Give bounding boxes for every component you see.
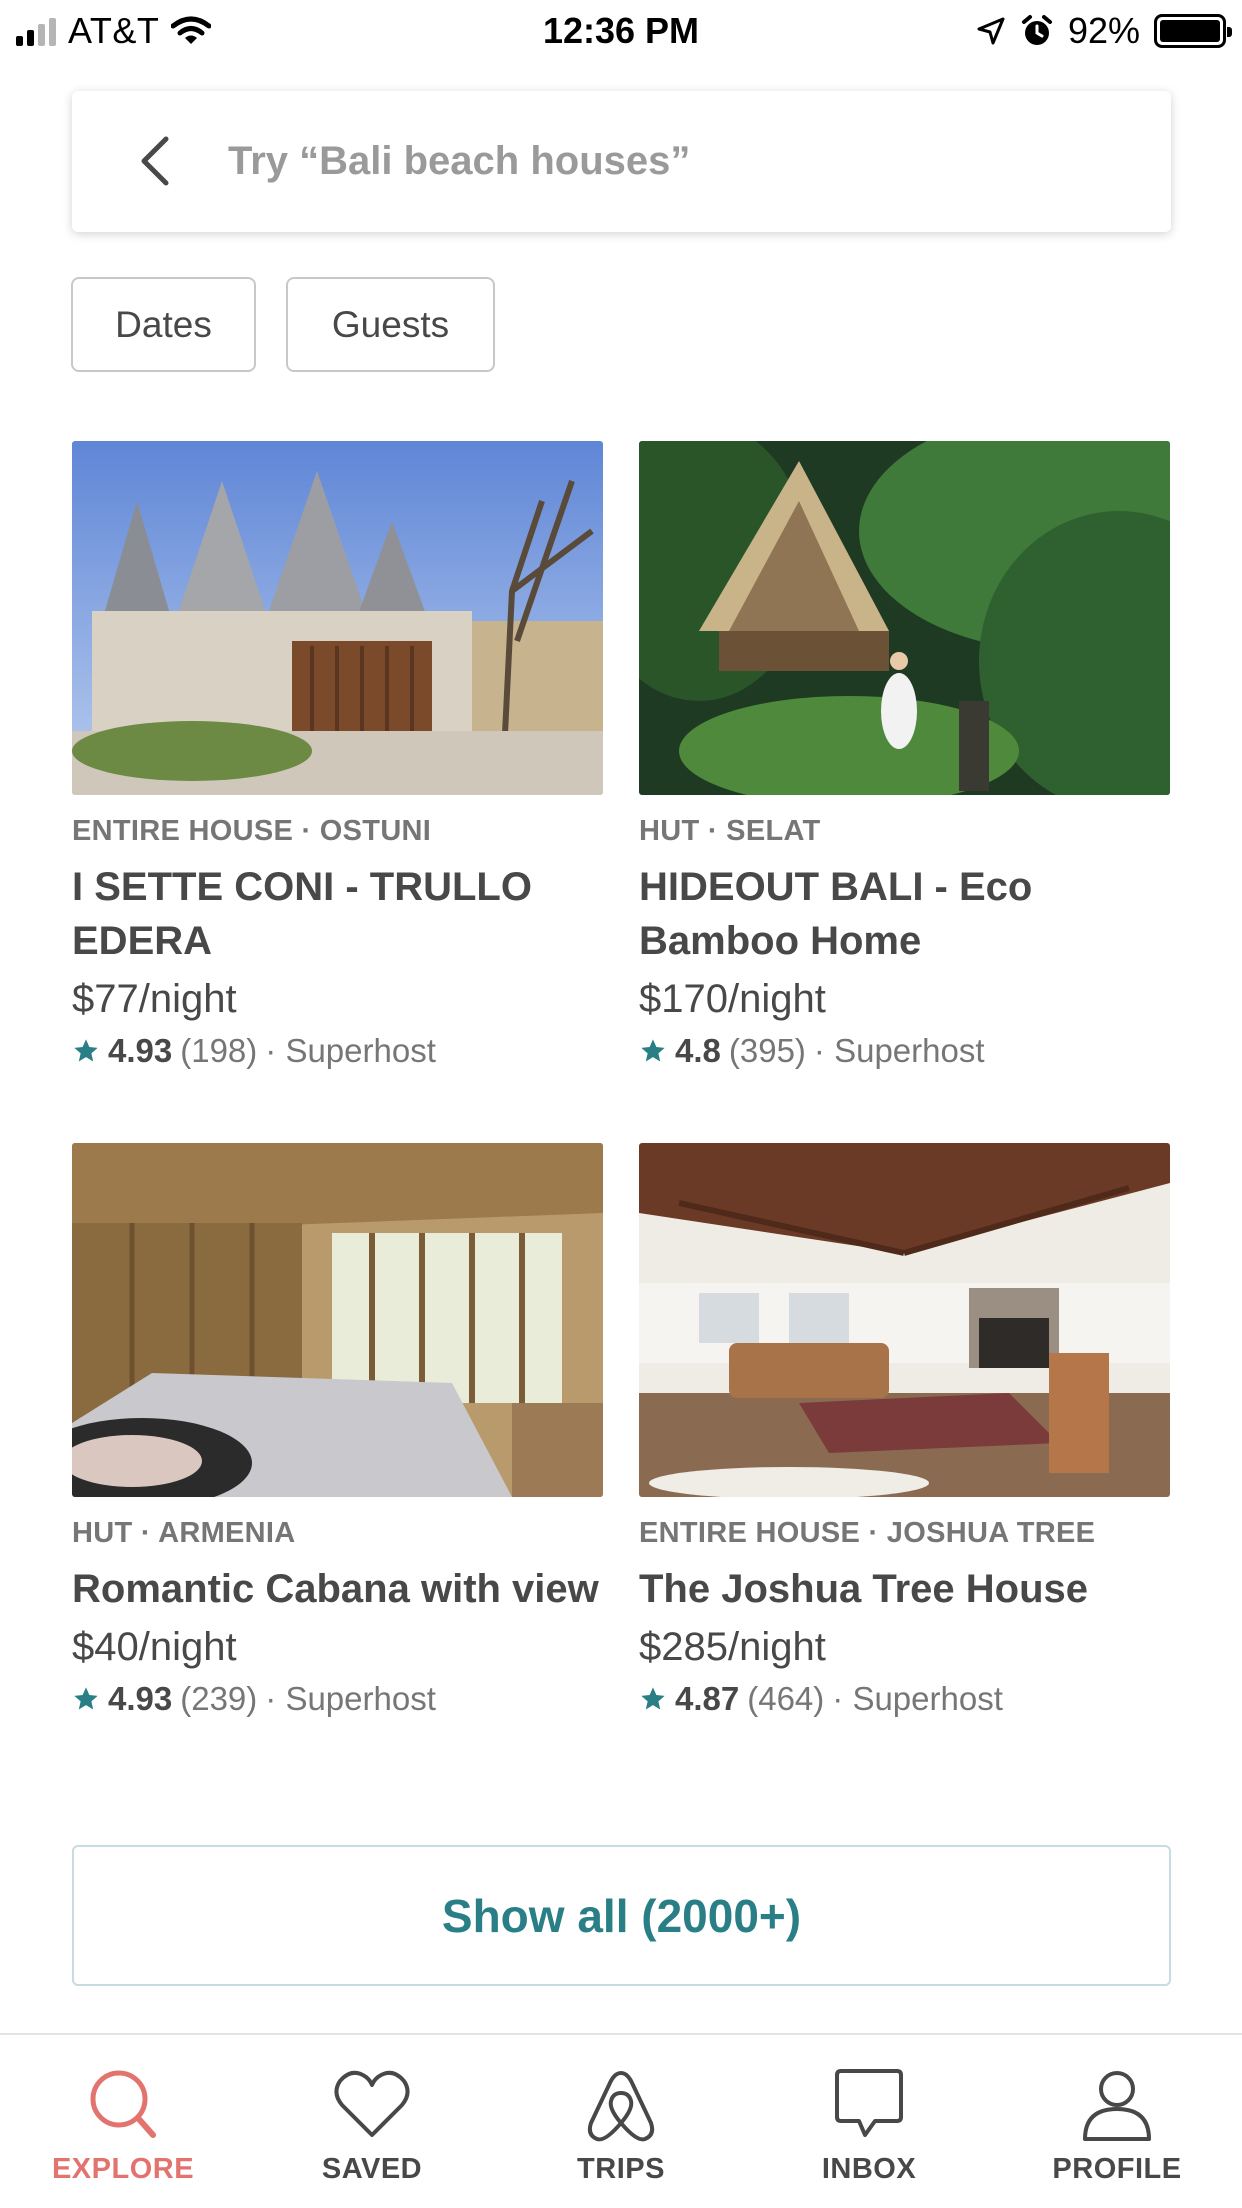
- listing-photo-cabana[interactable]: [72, 1143, 603, 1497]
- listing-card[interactable]: HUT · SELAT HIDEOUT BALI - Eco Bamboo Ho…: [639, 441, 1170, 1070]
- listing-rating: 4.87 (464) · Superhost: [639, 1680, 1170, 1718]
- search-bar[interactable]: [72, 91, 1171, 232]
- tab-profile[interactable]: PROFILE: [1017, 2065, 1217, 2186]
- superhost-badge: · Superhost: [265, 1680, 436, 1717]
- superhost-badge: · Superhost: [813, 1032, 985, 1069]
- superhost-badge: · Superhost: [265, 1032, 436, 1069]
- star-icon: [74, 1687, 98, 1710]
- tab-label: PROFILE: [1052, 2153, 1182, 2185]
- review-count: (395): [728, 1032, 806, 1069]
- rating-score: 4.8: [675, 1032, 721, 1069]
- superhost-badge: · Superhost: [832, 1680, 1003, 1717]
- listing-kicker: ENTIRE HOUSE · OSTUNI: [72, 815, 432, 847]
- listing-price: $170/night: [639, 977, 826, 1021]
- status-indicators: 92%: [976, 10, 1232, 52]
- rating-score: 4.93: [108, 1680, 173, 1717]
- bottom-tab-bar: EXPLORE SAVED TRIPS INBOX PROFILE: [0, 2033, 1242, 2208]
- tab-inbox[interactable]: INBOX: [769, 2065, 969, 2186]
- explore-screen: AT&T 12:36 PM 92% Try “Bali beach houses…: [0, 0, 1242, 2208]
- review-count: (198): [180, 1032, 258, 1069]
- listing-rating: 4.93 (198) · Superhost: [72, 1032, 603, 1070]
- battery-percentage: 92%: [1067, 10, 1140, 51]
- listing-title[interactable]: The Joshua Tree House: [639, 1562, 1170, 1616]
- listing-title[interactable]: HIDEOUT BALI - Eco Bamboo Home: [639, 860, 1170, 968]
- person-icon: [1083, 2071, 1151, 2141]
- show-all-button[interactable]: Show all (2000+): [72, 1845, 1171, 1986]
- tab-label: TRIPS: [577, 2153, 665, 2185]
- tab-explore[interactable]: EXPLORE: [23, 2065, 223, 2186]
- message-icon: [835, 2069, 903, 2137]
- tab-trips[interactable]: TRIPS: [521, 2065, 721, 2186]
- star-icon: [641, 1039, 665, 1062]
- listing-rating: 4.93 (239) · Superhost: [72, 1680, 603, 1718]
- tab-saved[interactable]: SAVED: [272, 2065, 472, 2186]
- listing-card[interactable]: ENTIRE HOUSE · OSTUNI I SETTE CONI - TRU…: [72, 441, 603, 1070]
- heart-icon: [334, 2070, 410, 2137]
- star-icon: [74, 1039, 98, 1062]
- search-icon: [90, 2070, 156, 2138]
- guests-filter-button[interactable]: Guests: [286, 277, 495, 372]
- tab-label: EXPLORE: [51, 2153, 195, 2185]
- listing-photo-bali-hut[interactable]: [639, 441, 1170, 795]
- listing-title[interactable]: Romantic Cabana with view: [72, 1562, 603, 1616]
- listing-price: $40/night: [72, 1625, 237, 1669]
- search-input[interactable]: [228, 129, 1128, 193]
- battery-icon: [1154, 14, 1232, 48]
- star-icon: [641, 1687, 665, 1710]
- listing-card[interactable]: ENTIRE HOUSE · JOSHUA TREE The Joshua Tr…: [639, 1143, 1170, 1718]
- listing-kicker: HUT · ARMENIA: [72, 1517, 296, 1549]
- chevron-left-icon: [141, 136, 169, 186]
- tab-label: SAVED: [321, 2153, 423, 2185]
- review-count: (464): [747, 1680, 825, 1717]
- listing-price: $285/night: [639, 1625, 826, 1669]
- dates-filter-button[interactable]: Dates: [71, 277, 256, 372]
- listing-card[interactable]: HUT · ARMENIA Romantic Cabana with view …: [72, 1143, 603, 1718]
- listing-title[interactable]: I SETTE CONI - TRULLO EDERA: [72, 860, 603, 968]
- alarm-icon: [1021, 15, 1052, 45]
- airbnb-logo-icon: [587, 2071, 655, 2142]
- back-button[interactable]: [122, 129, 186, 193]
- rating-score: 4.87: [675, 1680, 740, 1717]
- location-arrow-icon: [977, 17, 1005, 45]
- tab-label: INBOX: [821, 2153, 917, 2185]
- listing-rating: 4.8 (395) · Superhost: [639, 1032, 1170, 1070]
- review-count: (239): [180, 1680, 258, 1717]
- status-bar: AT&T 12:36 PM 92%: [0, 0, 1242, 62]
- listing-kicker: ENTIRE HOUSE · JOSHUA TREE: [639, 1517, 1096, 1549]
- rating-score: 4.93: [108, 1032, 173, 1069]
- listing-photo-joshua-tree[interactable]: [639, 1143, 1170, 1497]
- listing-photo-trullo[interactable]: [72, 441, 603, 795]
- listing-price: $77/night: [72, 977, 237, 1021]
- listing-kicker: HUT · SELAT: [639, 815, 821, 847]
